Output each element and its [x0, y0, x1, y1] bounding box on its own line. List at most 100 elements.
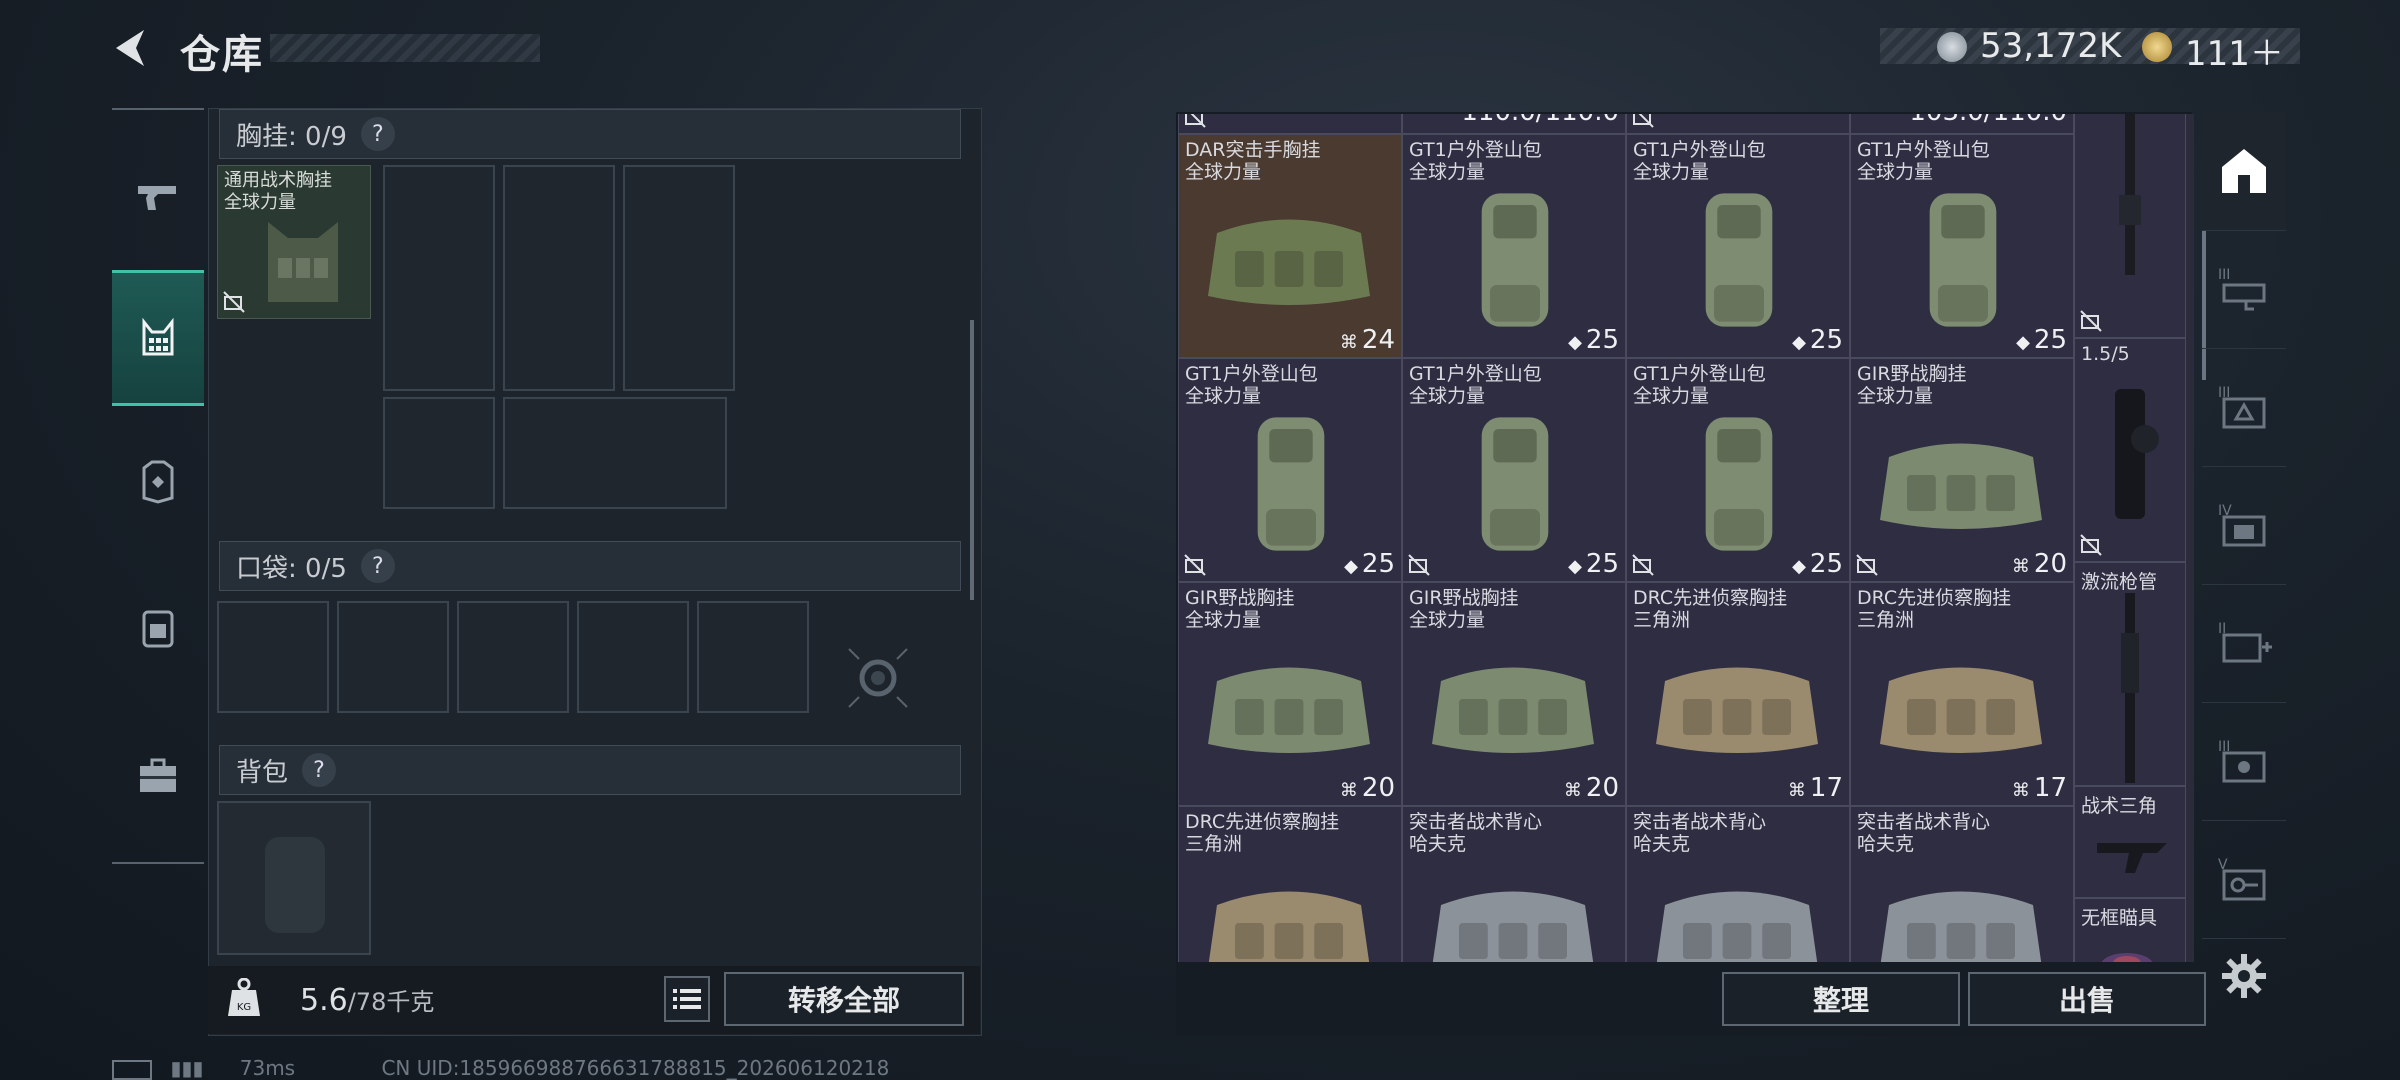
sell-button[interactable]: 出售 — [1968, 972, 2206, 1026]
item-cell[interactable]: 突击者战术背心 哈夫克 — [1402, 806, 1626, 962]
item-count: ⌘ 24 — [1340, 325, 1395, 355]
item-count-value: 17 — [2033, 773, 2067, 803]
weight-max: /78千克 — [347, 988, 435, 1016]
item-faction: 全球力量 — [1185, 609, 1262, 631]
item-title: GT1户外登山包 — [1185, 363, 1318, 385]
pocket-slot[interactable] — [577, 601, 689, 713]
pocket-slot[interactable] — [697, 601, 809, 713]
item-faction: 三角洲 — [1857, 609, 1915, 631]
nav-case[interactable] — [112, 728, 204, 824]
tab-tier-3-b[interactable]: III — [2202, 348, 2286, 467]
nav-armor[interactable] — [112, 434, 204, 530]
item-name: GT1户外登山包 全球力量 — [1633, 363, 1766, 407]
rig-slot[interactable] — [383, 165, 495, 391]
item-cell[interactable]: DAR突击手胸挂 全球力量 ⌘ 24 — [1178, 134, 1402, 358]
back-button[interactable] — [110, 26, 154, 70]
equipped-chest-rig[interactable]: 通用战术胸挂 全球力量 — [217, 165, 371, 319]
tab-tier-2[interactable]: II — [2202, 584, 2286, 703]
rig-slot[interactable] — [503, 397, 727, 509]
side-item-grip[interactable]: 战术三角 — [2074, 786, 2186, 898]
item-cell[interactable]: GIR野战胸挂 全球力量 ⌘ 20 — [1402, 582, 1626, 806]
pockets-help-button[interactable]: ? — [360, 549, 395, 583]
item-cell[interactable]: GT1户外登山包 全球力量 ◆ 25 — [1626, 134, 1850, 358]
item-title: GIR野战胸挂 — [1857, 363, 1967, 385]
vest-image — [1656, 667, 1818, 753]
item-count: ⌘ 17 — [2012, 773, 2067, 803]
side-item-sight[interactable]: 无框瞄具 — [2074, 898, 2186, 962]
item-count: ◆ 25 — [1568, 325, 1619, 355]
item-cell[interactable]: DRC先进侦察胸挂 三角洲 — [1178, 806, 1402, 962]
item-count-value: 25 — [1585, 549, 1619, 579]
item-name: DAR突击手胸挂 全球力量 — [1185, 139, 1321, 183]
grid-cell[interactable] — [1626, 114, 1850, 134]
item-cell[interactable]: GT1户外登山包 全球力量 ◆ 25 — [1626, 358, 1850, 582]
tab-tier-3-c[interactable]: III — [2202, 702, 2286, 821]
item-name: GIR野战胸挂 全球力量 — [1857, 363, 1967, 407]
weight-icon: KG — [228, 978, 260, 1016]
slots-icon: ⌘ — [1339, 332, 1358, 353]
item-faction: 哈夫克 — [1633, 833, 1691, 855]
item-title: 突击者战术背心 — [1857, 811, 1991, 833]
gold-amount[interactable]: 111＋ — [2185, 26, 2284, 75]
item-cell[interactable]: GIR野战胸挂 全球力量 ⌘ 20 — [1850, 358, 2074, 582]
slots-icon: ⌘ — [1563, 780, 1582, 801]
item-cell[interactable]: GIR野战胸挂 全球力量 ⌘ 20 — [1178, 582, 1402, 806]
item-faction: 全球力量 — [1185, 385, 1262, 407]
capacity-icon: ◆ — [1792, 332, 1806, 353]
side-item-barrel[interactable]: 激流枪管 — [2074, 562, 2186, 786]
item-title: GIR野战胸挂 — [1409, 587, 1519, 609]
nav-chest-rig[interactable] — [112, 270, 204, 406]
item-cell[interactable]: GT1户外登山包 全球力量 ◆ 25 — [1402, 358, 1626, 582]
item-faction: 三角洲 — [1633, 609, 1691, 631]
no-insure-icon — [1184, 554, 1206, 576]
rig-slot[interactable] — [623, 165, 735, 391]
item-cell[interactable]: 突击者战术背心 哈夫克 — [1626, 806, 1850, 962]
item-title: GT1户外登山包 — [1409, 139, 1542, 161]
backpack-slot[interactable] — [217, 801, 371, 955]
nav-weapon[interactable] — [112, 150, 204, 246]
transfer-all-button[interactable]: 转移全部 — [724, 972, 964, 1026]
item-cell[interactable]: GT1户外登山包 全球力量 ◆ 25 — [1178, 358, 1402, 582]
settings-button[interactable] — [2222, 954, 2274, 1006]
grid-cell[interactable]: 110.0/110.0 — [1402, 114, 1626, 134]
item-cell[interactable]: DRC先进侦察胸挂 三角洲 ⌘ 17 — [1626, 582, 1850, 806]
list-view-button[interactable] — [664, 976, 710, 1022]
backpack-help-button[interactable]: ? — [302, 753, 337, 787]
pocket-slot[interactable] — [337, 601, 449, 713]
item-count: ⌘ 20 — [1340, 773, 1395, 803]
slots-icon: ⌘ — [2011, 556, 2030, 577]
no-insure-icon — [2080, 310, 2102, 332]
item-count-value: 25 — [1809, 325, 1843, 355]
rig-slot[interactable] — [503, 165, 615, 391]
grid-cell[interactable]: 103.0/110.0 — [1850, 114, 2074, 134]
tab-tier-5[interactable]: V — [2202, 820, 2286, 939]
tab-tier-4[interactable]: IV — [2202, 466, 2286, 585]
item-cell[interactable]: GT1户外登山包 全球力量 ◆ 25 — [1402, 134, 1626, 358]
item-cell[interactable]: 突击者战术背心 哈夫克 — [1850, 806, 2074, 962]
sort-button[interactable]: 整理 — [1722, 972, 1960, 1026]
item-title: 突击者战术背心 — [1633, 811, 1767, 833]
side-item-optic[interactable]: 1.5/5 — [2074, 338, 2186, 562]
med-storage-icon: III — [2218, 385, 2266, 429]
tab-tier-3-a[interactable]: III — [2202, 230, 2286, 349]
capacity-icon: ◆ — [1568, 556, 1582, 577]
pocket-slot[interactable] — [217, 601, 329, 713]
tab-home[interactable] — [2202, 112, 2286, 231]
nav-backpack[interactable] — [112, 580, 204, 676]
chest-rig-help-button[interactable]: ? — [360, 117, 395, 151]
side-item-label: 激流枪管 — [2081, 571, 2158, 593]
target-icon — [848, 648, 908, 708]
item-count: ⌘ 17 — [1788, 773, 1843, 803]
gold-coin-icon — [2142, 32, 2172, 62]
title-decoration — [270, 34, 540, 62]
capacity-icon: ◆ — [1344, 556, 1358, 577]
left-scrollbar[interactable] — [970, 320, 974, 600]
item-cell[interactable]: GT1户外登山包 全球力量 ◆ 25 — [1850, 134, 2074, 358]
svg-text:III: III — [2218, 267, 2230, 283]
pocket-slot[interactable] — [457, 601, 569, 713]
item-cell[interactable]: DRC先进侦察胸挂 三角洲 ⌘ 17 — [1850, 582, 2074, 806]
grid-cell[interactable] — [1178, 114, 1402, 134]
side-item-scope[interactable] — [2074, 114, 2186, 338]
rig-slot[interactable] — [383, 397, 495, 509]
no-insure-icon — [1408, 554, 1430, 576]
